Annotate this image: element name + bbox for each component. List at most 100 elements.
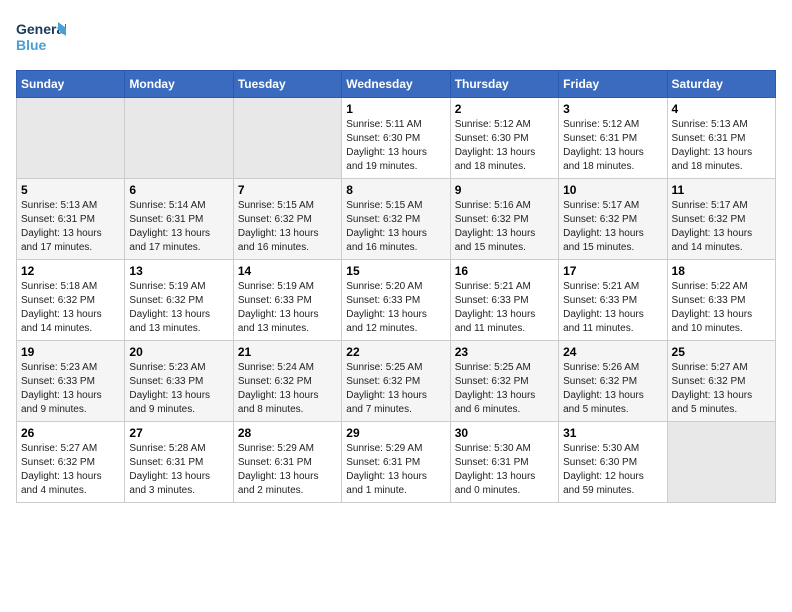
calendar-day-cell: 21Sunrise: 5:24 AM Sunset: 6:32 PM Dayli… [233, 341, 341, 422]
svg-text:Blue: Blue [16, 37, 47, 53]
calendar-day-cell: 16 Sunrise: 5:21 AM Sunset: 6:33 PM Dayli… [450, 260, 558, 341]
calendar-day-cell: 24 Sunrise: 5:26 AM Sunset: 6:32 PM Dayli… [559, 341, 667, 422]
day-number: 30 [455, 426, 554, 440]
calendar-day-cell: 8 Sunrise: 5:15 AM Sunset: 6:32 PM Daylig… [342, 179, 450, 260]
calendar-day-cell: 12 Sunrise: 5:18 AM Sunset: 6:32 PM Dayli… [17, 260, 125, 341]
day-number: 13 [129, 264, 228, 278]
day-number: 14 [238, 264, 337, 278]
day-number: 25 [672, 345, 771, 359]
day-number: 10 [563, 183, 662, 197]
day-number: 23 [455, 345, 554, 359]
day-info: Sunrise: 5:26 AM Sunset: 6:32 PM Dayligh… [563, 361, 662, 417]
day-number: 1 [346, 102, 445, 116]
calendar-table: SundayMondayTuesdayWednesdayThursdayFrid… [16, 70, 776, 503]
day-number: 3 [563, 102, 662, 116]
day-info: Sunrise: 5:27 AM Sunset: 6:32 PM Dayligh… [21, 442, 120, 498]
day-info: Sunrise: 5:23 AM Sunset: 6:33 PM Dayligh… [21, 361, 120, 417]
day-info: Sunrise: 5:18 AM Sunset: 6:32 PM Dayligh… [21, 280, 120, 336]
calendar-day-cell: 22 Sunrise: 5:25 AM Sunset: 6:32 PM Dayli… [342, 341, 450, 422]
day-number: 12 [21, 264, 120, 278]
calendar-day-cell: 2 Sunrise: 5:12 AM Sunset: 6:30 PM Daylig… [450, 98, 558, 179]
day-number: 9 [455, 183, 554, 197]
day-info: Sunrise: 5:30 AM Sunset: 6:31 PM Dayligh… [455, 442, 554, 498]
day-info: Sunrise: 5:21 AM Sunset: 6:33 PM Dayligh… [455, 280, 554, 336]
calendar-day-cell: 5 Sunrise: 5:13 AM Sunset: 6:31 PM Daylig… [17, 179, 125, 260]
day-info: Sunrise: 5:12 AM Sunset: 6:30 PM Dayligh… [455, 118, 554, 174]
day-info: Sunrise: 5:15 AM Sunset: 6:32 PM Dayligh… [346, 199, 445, 255]
calendar-day-cell [233, 98, 341, 179]
weekday-header-row: SundayMondayTuesdayWednesdayThursdayFrid… [17, 71, 776, 98]
calendar-day-cell: 26 Sunrise: 5:27 AM Sunset: 6:32 PM Dayli… [17, 422, 125, 503]
day-number: 24 [563, 345, 662, 359]
weekday-header-thursday: Thursday [450, 71, 558, 98]
day-number: 7 [238, 183, 337, 197]
logo: General Blue [16, 16, 66, 60]
calendar-week-row: 1 Sunrise: 5:11 AM Sunset: 6:30 PM Daylig… [17, 98, 776, 179]
calendar-day-cell [125, 98, 233, 179]
day-number: 17 [563, 264, 662, 278]
calendar-day-cell: 3 Sunrise: 5:12 AM Sunset: 6:31 PM Daylig… [559, 98, 667, 179]
calendar-day-cell: 17 Sunrise: 5:21 AM Sunset: 6:33 PM Dayli… [559, 260, 667, 341]
day-number: 2 [455, 102, 554, 116]
page-header: General Blue [16, 16, 776, 60]
day-info: Sunrise: 5:24 AM Sunset: 6:32 PM Dayligh… [238, 361, 337, 417]
day-number: 15 [346, 264, 445, 278]
day-number: 27 [129, 426, 228, 440]
day-number: 22 [346, 345, 445, 359]
day-info: Sunrise: 5:19 AM Sunset: 6:33 PM Dayligh… [238, 280, 337, 336]
day-number: 18 [672, 264, 771, 278]
calendar-day-cell: 6Sunrise: 5:14 AM Sunset: 6:31 PM Daylig… [125, 179, 233, 260]
day-info: Sunrise: 5:17 AM Sunset: 6:32 PM Dayligh… [563, 199, 662, 255]
calendar-day-cell [667, 422, 775, 503]
calendar-day-cell: 10 Sunrise: 5:17 AM Sunset: 6:32 PM Dayli… [559, 179, 667, 260]
day-info: Sunrise: 5:21 AM Sunset: 6:33 PM Dayligh… [563, 280, 662, 336]
calendar-day-cell: 4Sunrise: 5:13 AM Sunset: 6:31 PM Daylig… [667, 98, 775, 179]
day-number: 29 [346, 426, 445, 440]
day-info: Sunrise: 5:19 AM Sunset: 6:32 PM Dayligh… [129, 280, 228, 336]
day-info: Sunrise: 5:15 AM Sunset: 6:32 PM Dayligh… [238, 199, 337, 255]
calendar-week-row: 12 Sunrise: 5:18 AM Sunset: 6:32 PM Dayli… [17, 260, 776, 341]
weekday-header-wednesday: Wednesday [342, 71, 450, 98]
day-info: Sunrise: 5:23 AM Sunset: 6:33 PM Dayligh… [129, 361, 228, 417]
day-info: Sunrise: 5:16 AM Sunset: 6:32 PM Dayligh… [455, 199, 554, 255]
weekday-header-monday: Monday [125, 71, 233, 98]
day-info: Sunrise: 5:25 AM Sunset: 6:32 PM Dayligh… [455, 361, 554, 417]
day-info: Sunrise: 5:27 AM Sunset: 6:32 PM Dayligh… [672, 361, 771, 417]
logo-svg: General Blue [16, 16, 66, 60]
calendar-day-cell: 9 Sunrise: 5:16 AM Sunset: 6:32 PM Daylig… [450, 179, 558, 260]
day-info: Sunrise: 5:12 AM Sunset: 6:31 PM Dayligh… [563, 118, 662, 174]
calendar-day-cell: 18 Sunrise: 5:22 AM Sunset: 6:33 PM Dayli… [667, 260, 775, 341]
day-number: 20 [129, 345, 228, 359]
weekday-header-saturday: Saturday [667, 71, 775, 98]
day-number: 26 [21, 426, 120, 440]
weekday-header-tuesday: Tuesday [233, 71, 341, 98]
calendar-day-cell: 31Sunrise: 5:30 AM Sunset: 6:30 PM Dayli… [559, 422, 667, 503]
day-info: Sunrise: 5:13 AM Sunset: 6:31 PM Dayligh… [21, 199, 120, 255]
day-info: Sunrise: 5:20 AM Sunset: 6:33 PM Dayligh… [346, 280, 445, 336]
calendar-week-row: 19Sunrise: 5:23 AM Sunset: 6:33 PM Dayli… [17, 341, 776, 422]
day-info: Sunrise: 5:17 AM Sunset: 6:32 PM Dayligh… [672, 199, 771, 255]
day-number: 28 [238, 426, 337, 440]
day-number: 5 [21, 183, 120, 197]
day-info: Sunrise: 5:13 AM Sunset: 6:31 PM Dayligh… [672, 118, 771, 174]
day-info: Sunrise: 5:14 AM Sunset: 6:31 PM Dayligh… [129, 199, 228, 255]
day-info: Sunrise: 5:25 AM Sunset: 6:32 PM Dayligh… [346, 361, 445, 417]
day-info: Sunrise: 5:29 AM Sunset: 6:31 PM Dayligh… [346, 442, 445, 498]
calendar-day-cell: 28 Sunrise: 5:29 AM Sunset: 6:31 PM Dayli… [233, 422, 341, 503]
weekday-header-friday: Friday [559, 71, 667, 98]
calendar-day-cell [17, 98, 125, 179]
calendar-week-row: 5 Sunrise: 5:13 AM Sunset: 6:31 PM Daylig… [17, 179, 776, 260]
calendar-day-cell: 29 Sunrise: 5:29 AM Sunset: 6:31 PM Dayli… [342, 422, 450, 503]
calendar-day-cell: 23 Sunrise: 5:25 AM Sunset: 6:32 PM Dayli… [450, 341, 558, 422]
day-info: Sunrise: 5:22 AM Sunset: 6:33 PM Dayligh… [672, 280, 771, 336]
day-info: Sunrise: 5:11 AM Sunset: 6:30 PM Dayligh… [346, 118, 445, 174]
day-number: 8 [346, 183, 445, 197]
day-info: Sunrise: 5:29 AM Sunset: 6:31 PM Dayligh… [238, 442, 337, 498]
day-number: 16 [455, 264, 554, 278]
calendar-day-cell: 13 Sunrise: 5:19 AM Sunset: 6:32 PM Dayli… [125, 260, 233, 341]
calendar-day-cell: 30 Sunrise: 5:30 AM Sunset: 6:31 PM Dayli… [450, 422, 558, 503]
calendar-day-cell: 11Sunrise: 5:17 AM Sunset: 6:32 PM Dayli… [667, 179, 775, 260]
calendar-day-cell: 15 Sunrise: 5:20 AM Sunset: 6:33 PM Dayli… [342, 260, 450, 341]
day-info: Sunrise: 5:28 AM Sunset: 6:31 PM Dayligh… [129, 442, 228, 498]
calendar-day-cell: 1 Sunrise: 5:11 AM Sunset: 6:30 PM Daylig… [342, 98, 450, 179]
